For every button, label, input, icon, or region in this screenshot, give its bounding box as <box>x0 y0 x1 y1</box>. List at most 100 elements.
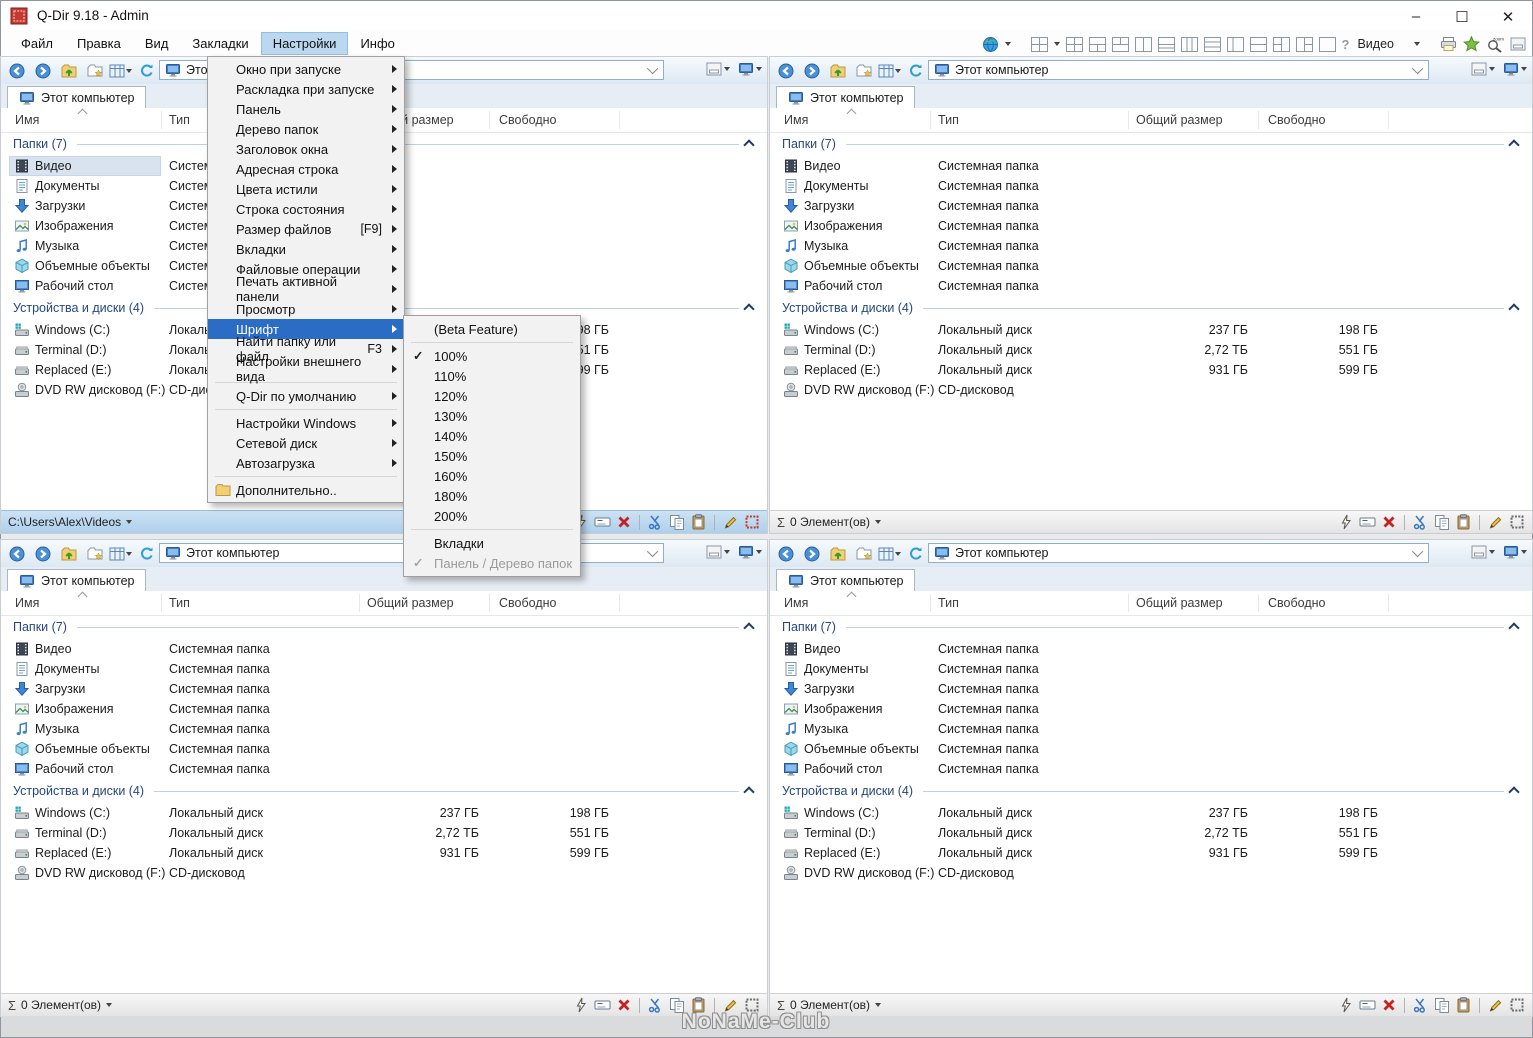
menu-item-9[interactable]: Вкладки <box>208 239 404 259</box>
column-header-1[interactable]: Тип <box>938 596 959 610</box>
lightning-icon[interactable] <box>1339 514 1353 530</box>
star-icon[interactable] <box>1463 36 1480 52</box>
edit-icon[interactable] <box>1488 998 1503 1013</box>
menu-item-5[interactable]: Адресная строка <box>208 159 404 179</box>
file-row[interactable]: МузыкаСистемная папка <box>1 719 767 739</box>
column-header-3[interactable]: Свободно <box>499 113 556 127</box>
file-row[interactable]: Объемные объектыСистемная папка <box>770 256 1532 276</box>
lightning-icon[interactable] <box>1339 997 1353 1013</box>
copy-icon[interactable] <box>1434 997 1450 1013</box>
inet-icon[interactable]: ? <box>1342 37 1350 52</box>
menu-item-8[interactable]: Размер файлов[F9] <box>208 219 404 239</box>
paste-icon[interactable] <box>1456 514 1471 530</box>
file-row[interactable]: Объемные объектыСистемная папка <box>1 739 767 759</box>
pane-computer-button[interactable] <box>1503 544 1527 560</box>
collapse-group-icon[interactable] <box>743 303 754 314</box>
file-row[interactable]: ДокументыСистемная папка <box>770 176 1532 196</box>
quick-search-label[interactable]: Видео <box>1355 37 1408 51</box>
address-chevron-icon[interactable] <box>647 63 658 74</box>
copy-icon[interactable] <box>669 514 685 530</box>
collapse-group-icon[interactable] <box>743 786 754 797</box>
file-row[interactable]: Replaced (E:)Локальный диск931 ГБ599 ГБ <box>770 843 1532 863</box>
file-row[interactable]: Рабочий столСистемная папка <box>1 759 767 779</box>
submenu-item-2[interactable]: ✓100% <box>404 346 580 366</box>
group-header[interactable]: Папки (7) <box>770 132 1532 156</box>
column-header-2[interactable]: Общий размер <box>1136 596 1223 610</box>
menu-item-11[interactable]: Печать активной панели <box>208 279 404 299</box>
collapse-group-icon[interactable] <box>743 622 754 633</box>
address-chevron-icon[interactable] <box>1412 546 1423 557</box>
file-row[interactable]: МузыкаСистемная папка <box>770 719 1532 739</box>
view-grid-button[interactable] <box>108 543 133 565</box>
file-row[interactable]: ЗагрузкиСистемная папка <box>770 196 1532 216</box>
file-row[interactable]: Рабочий столСистемная папка <box>770 276 1532 296</box>
zoom-tool-icon[interactable]: zoom <box>1486 36 1504 53</box>
submenu-item-6[interactable]: 140% <box>404 426 580 446</box>
collapse-group-icon[interactable] <box>1508 303 1519 314</box>
file-row[interactable]: DVD RW дисковод (F:)CD-дисковод <box>770 380 1532 400</box>
dropdown-caret-icon[interactable] <box>1054 42 1060 46</box>
globe-icon[interactable] <box>982 36 999 53</box>
layout-two-vertical-icon[interactable] <box>1135 37 1152 52</box>
menu-item-12[interactable]: Просмотр <box>208 299 404 319</box>
paste-icon[interactable] <box>691 514 706 530</box>
file-row[interactable]: ВидеоСистемная папка <box>770 156 1532 176</box>
column-header-3[interactable]: Свободно <box>1268 113 1325 127</box>
column-header-0[interactable]: Имя <box>784 113 808 127</box>
delete-icon[interactable] <box>617 998 631 1012</box>
file-row[interactable]: Replaced (E:)Локальный диск931 ГБ599 ГБ <box>1 843 767 863</box>
menu-item-2[interactable]: Панель <box>208 99 404 119</box>
menu-item-17[interactable]: Q-Dir по умолчанию <box>208 386 404 406</box>
layout-bottom-half-icon[interactable] <box>1158 37 1175 52</box>
menubar-item-1[interactable]: Файл <box>9 32 65 55</box>
file-row[interactable]: ИзображенияСистемная папка <box>1 699 767 719</box>
layout-rows-icon[interactable] <box>1204 37 1221 52</box>
group-header[interactable]: Папки (7) <box>770 615 1532 639</box>
file-row[interactable]: Terminal (D:)Локальный диск2,72 ТБ551 ГБ <box>1 823 767 843</box>
column-header-0[interactable]: Имя <box>15 596 39 610</box>
view-grid-button[interactable] <box>877 543 902 565</box>
grid-select-icon[interactable] <box>1509 514 1525 530</box>
file-row[interactable]: Объемные объектыСистемная папка <box>770 739 1532 759</box>
menu-item-15[interactable]: Настройки внешнего вида <box>208 359 404 379</box>
file-row[interactable]: ДокументыСистемная папка <box>1 659 767 679</box>
menubar-item-2[interactable]: Правка <box>65 32 133 55</box>
pane-color-button[interactable] <box>1471 545 1495 559</box>
menu-item-0[interactable]: Окно при запуске <box>208 59 404 79</box>
file-row[interactable]: ВидеоСистемная папка <box>770 639 1532 659</box>
dropdown-caret-icon[interactable] <box>1005 42 1011 46</box>
column-header-2[interactable]: Общий размер <box>1136 113 1223 127</box>
new-folder-button[interactable] <box>851 60 876 82</box>
quick-search-caret-icon[interactable] <box>1414 42 1420 46</box>
delete-icon[interactable] <box>617 515 631 529</box>
address-bar[interactable]: Этот компьютер <box>928 60 1429 80</box>
file-row[interactable]: Terminal (D:)Локальный диск2,72 ТБ551 ГБ <box>770 340 1532 360</box>
scissors-icon[interactable] <box>648 997 663 1013</box>
rename-icon[interactable] <box>1359 515 1376 529</box>
status-caret-icon[interactable] <box>875 520 881 524</box>
submenu-item-5[interactable]: 130% <box>404 406 580 426</box>
menu-item-21[interactable]: Автозагрузка <box>208 453 404 473</box>
column-header-1[interactable]: Тип <box>169 596 190 610</box>
group-header[interactable]: Устройства и диски (4) <box>770 779 1532 803</box>
file-row[interactable]: Replaced (E:)Локальный диск931 ГБ599 ГБ <box>770 360 1532 380</box>
forward-button[interactable] <box>799 60 824 82</box>
pane-color-button[interactable] <box>706 62 730 76</box>
file-row[interactable]: ИзображенияСистемная папка <box>770 699 1532 719</box>
group-header[interactable]: Устройства и диски (4) <box>1 779 767 803</box>
column-header-3[interactable]: Свободно <box>499 596 556 610</box>
group-header[interactable]: Папки (7) <box>1 615 767 639</box>
close-button[interactable]: ✕ <box>1485 2 1531 31</box>
back-button[interactable] <box>4 60 29 82</box>
lightning-icon[interactable] <box>574 997 588 1013</box>
delete-icon[interactable] <box>1382 998 1396 1012</box>
menu-item-3[interactable]: Дерево папок <box>208 119 404 139</box>
submenu-item-13[interactable]: ✓Панель / Дерево папок <box>404 553 580 573</box>
up-folder-button[interactable] <box>825 60 850 82</box>
forward-button[interactable] <box>30 60 55 82</box>
refresh-button[interactable] <box>903 60 928 82</box>
layout-quad-b-icon[interactable] <box>1066 37 1083 52</box>
address-chevron-icon[interactable] <box>647 546 658 557</box>
paste-icon[interactable] <box>1456 997 1471 1013</box>
scissors-icon[interactable] <box>1413 997 1428 1013</box>
